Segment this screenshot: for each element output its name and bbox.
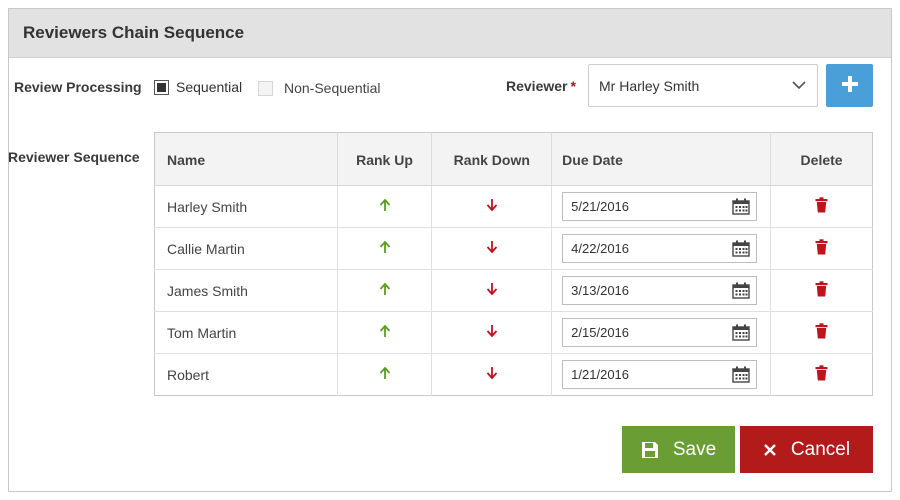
sequential-checkbox[interactable]: Sequential <box>154 79 242 95</box>
plus-icon <box>841 75 859 96</box>
due-date-cell: 5/21/2016 <box>551 185 772 228</box>
add-reviewer-button[interactable] <box>826 64 873 107</box>
trash-icon[interactable] <box>815 281 828 297</box>
rank-down-cell <box>431 269 553 312</box>
cancel-button[interactable]: Cancel <box>740 426 873 473</box>
floppy-disk-icon <box>641 441 659 459</box>
cancel-label: Cancel <box>790 438 851 460</box>
due-date-value: 1/21/2016 <box>571 367 630 382</box>
required-mark: * <box>570 78 576 94</box>
delete-cell <box>770 227 873 270</box>
non-sequential-checkbox-box[interactable] <box>258 80 273 96</box>
trash-icon[interactable] <box>815 365 828 381</box>
trash-icon[interactable] <box>815 323 828 339</box>
non-sequential-checkbox[interactable]: Non-Sequential <box>258 80 381 96</box>
reviewer-sequence-label: Reviewer Sequence <box>8 149 140 165</box>
column-header-due-date: Due Date <box>551 132 772 186</box>
calendar-icon[interactable] <box>732 240 750 257</box>
table-row: Harley Smith 5/21/2016 <box>154 185 873 228</box>
trash-icon[interactable] <box>815 197 828 213</box>
arrow-down-icon[interactable] <box>486 366 498 380</box>
trash-icon[interactable] <box>815 239 828 255</box>
due-date-input[interactable]: 4/22/2016 <box>562 234 758 263</box>
table-row: Robert 1/21/2016 <box>154 353 873 396</box>
rank-up-cell <box>337 227 433 270</box>
reviewer-sequence-table: Name Rank Up Rank Down Due Date Delete H… <box>154 132 873 396</box>
arrow-up-icon[interactable] <box>379 240 391 254</box>
reviewer-name: Robert <box>154 353 338 396</box>
due-date-input[interactable]: 1/21/2016 <box>562 360 758 389</box>
arrow-down-icon[interactable] <box>486 240 498 254</box>
reviewer-name: Tom Martin <box>154 311 338 354</box>
rank-down-cell <box>431 353 553 396</box>
column-header-delete: Delete <box>770 132 873 186</box>
reviewer-select[interactable]: Mr Harley Smith <box>588 64 818 107</box>
calendar-icon[interactable] <box>732 282 750 299</box>
save-label: Save <box>672 438 717 460</box>
non-sequential-label: Non-Sequential <box>284 80 381 96</box>
due-date-input[interactable]: 3/13/2016 <box>562 276 758 305</box>
column-header-rank-up: Rank Up <box>337 132 433 186</box>
reviewer-label: Reviewer * <box>506 78 576 94</box>
rank-up-cell <box>337 269 433 312</box>
reviewer-name: Harley Smith <box>154 185 338 228</box>
due-date-value: 4/22/2016 <box>571 241 630 256</box>
rank-down-cell <box>431 227 553 270</box>
reviewer-select-value: Mr Harley Smith <box>599 77 700 94</box>
arrow-down-icon[interactable] <box>486 198 498 212</box>
arrow-up-icon[interactable] <box>379 366 391 380</box>
due-date-cell: 1/21/2016 <box>551 353 772 396</box>
arrow-up-icon[interactable] <box>379 282 391 296</box>
due-date-input[interactable]: 5/21/2016 <box>562 192 758 221</box>
arrow-down-icon[interactable] <box>486 282 498 296</box>
rank-down-cell <box>431 311 553 354</box>
chevron-down-icon <box>791 77 807 96</box>
save-button[interactable]: Save <box>622 426 735 473</box>
review-processing-label: Review Processing <box>14 79 142 95</box>
calendar-icon[interactable] <box>732 198 750 215</box>
due-date-cell: 4/22/2016 <box>551 227 772 270</box>
delete-cell <box>770 311 873 354</box>
arrow-down-icon[interactable] <box>486 324 498 338</box>
calendar-icon[interactable] <box>732 324 750 341</box>
due-date-cell: 3/13/2016 <box>551 269 772 312</box>
arrow-up-icon[interactable] <box>379 198 391 212</box>
rank-up-cell <box>337 311 433 354</box>
due-date-input[interactable]: 2/15/2016 <box>562 318 758 347</box>
delete-cell <box>770 185 873 228</box>
arrow-up-icon[interactable] <box>379 324 391 338</box>
sequential-checkbox-box[interactable] <box>154 79 169 95</box>
panel-header: Reviewers Chain Sequence <box>9 9 891 58</box>
column-header-rank-down: Rank Down <box>431 132 553 186</box>
table-header-row: Name Rank Up Rank Down Due Date Delete <box>154 132 873 186</box>
due-date-cell: 2/15/2016 <box>551 311 772 354</box>
table-row: Callie Martin 4/22/2016 <box>154 227 873 270</box>
due-date-value: 3/13/2016 <box>571 283 630 298</box>
reviewer-name: Callie Martin <box>154 227 338 270</box>
delete-cell <box>770 269 873 312</box>
due-date-value: 2/15/2016 <box>571 325 630 340</box>
table-row: Tom Martin 2/15/2016 <box>154 311 873 354</box>
reviewer-name: James Smith <box>154 269 338 312</box>
rank-up-cell <box>337 185 433 228</box>
rank-down-cell <box>431 185 553 228</box>
sequential-label: Sequential <box>176 79 243 95</box>
column-header-name: Name <box>154 132 338 186</box>
calendar-icon[interactable] <box>732 366 750 383</box>
delete-cell <box>771 354 873 396</box>
close-icon <box>763 443 777 457</box>
table-row: James Smith 3/13/2016 <box>154 269 873 312</box>
panel-title: Reviewers Chain Sequence <box>23 23 245 42</box>
due-date-value: 5/21/2016 <box>571 199 630 214</box>
reviewer-label-text: Reviewer <box>506 78 568 94</box>
rank-up-cell <box>337 353 433 396</box>
